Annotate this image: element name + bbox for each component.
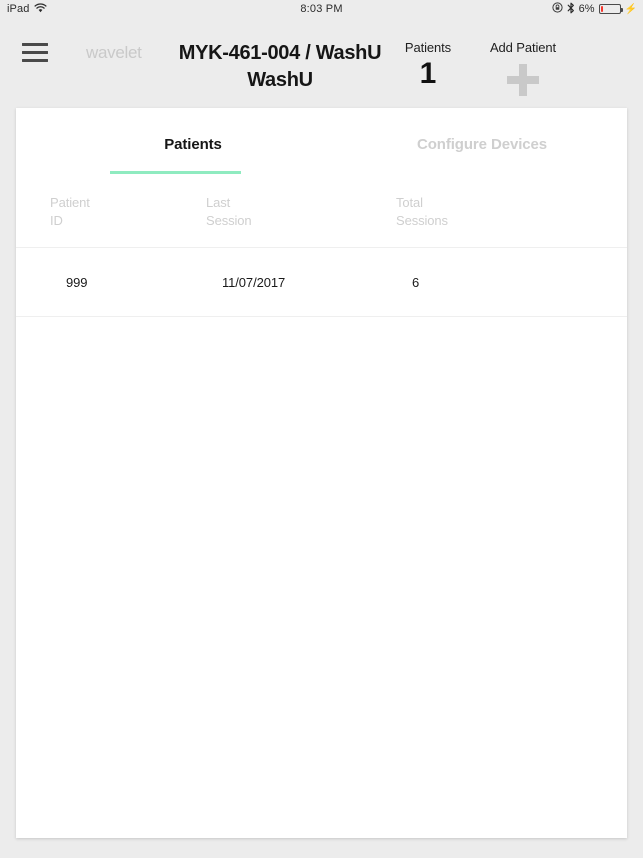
cell-last-session: 11/07/2017 — [222, 274, 286, 290]
charging-bolt-icon: ⚡ — [624, 3, 637, 15]
table-row[interactable]: 999 11/07/2017 6 — [16, 248, 627, 318]
column-header-total-sessions: Total Sessions — [396, 195, 448, 228]
rotation-lock-icon — [552, 2, 563, 16]
table-header-row: Patient ID Last Session Total Sessions — [16, 180, 627, 249]
tab-bar: Patients Configure Devices — [16, 108, 627, 180]
column-header-patient-id: Patient ID — [50, 195, 90, 228]
tab-patients[interactable]: Patients — [120, 136, 266, 153]
cell-patient-id: 999 — [66, 274, 88, 290]
add-patient-label: Add Patient — [489, 40, 557, 55]
bluetooth-icon — [567, 2, 575, 17]
page-title: MYK-461-004 / WashU WashU — [178, 42, 382, 91]
clock-label: 8:03 PM — [300, 3, 343, 15]
patients-count-value: 1 — [419, 57, 437, 90]
brand-logo: wavelet — [86, 43, 142, 62]
add-patient-button[interactable]: Add Patient — [468, 40, 578, 96]
app-header: wavelet MYK-461-004 / WashU WashU Patien… — [0, 18, 643, 108]
empty-list-area — [16, 317, 627, 828]
plus-icon — [507, 64, 539, 96]
column-header-last-session: Last Session — [206, 195, 252, 228]
status-bar-right: 6% ⚡ — [552, 0, 637, 18]
tab-configure-devices[interactable]: Configure Devices — [408, 136, 556, 153]
active-tab-indicator — [110, 171, 241, 174]
cell-total-sessions: 6 — [412, 274, 420, 290]
ios-status-bar: iPad 8:03 PM 6% ⚡ — [0, 0, 643, 18]
patients-count-block: Patients 1 — [373, 40, 483, 92]
content-card: Patients Configure Devices Patient ID La… — [16, 108, 627, 838]
hamburger-menu-icon[interactable] — [22, 43, 48, 62]
status-bar-clock: 8:03 PM — [0, 0, 643, 18]
battery-icon — [598, 4, 623, 14]
patients-count-label: Patients — [404, 40, 452, 55]
battery-percent-label: 6% — [578, 3, 595, 15]
